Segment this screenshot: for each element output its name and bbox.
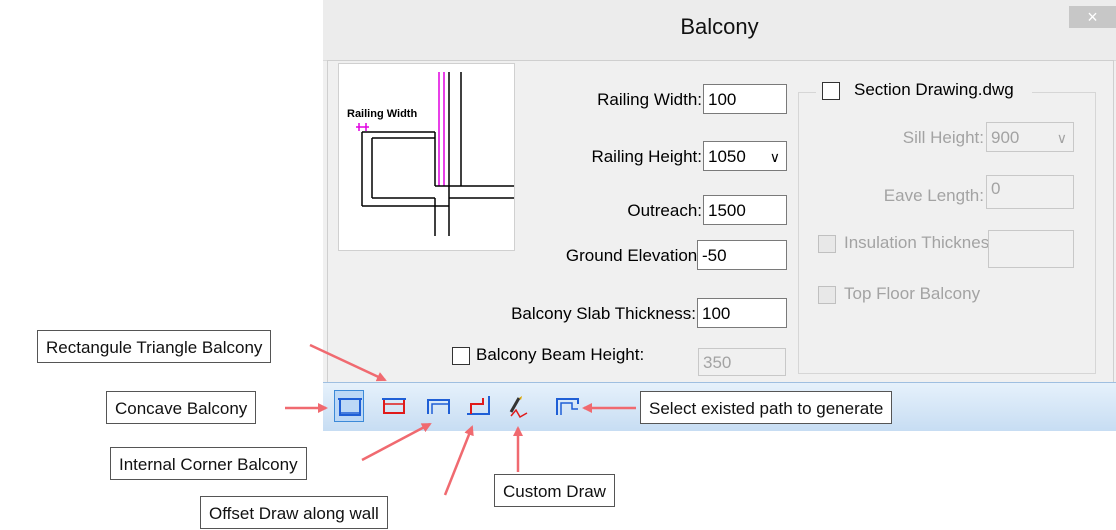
section-drawing-checkbox[interactable] [822,82,840,100]
preview-label: Railing Width [347,108,417,120]
section-drawing-label: Section Drawing.dwg [854,80,1014,99]
callout-concave: Concave Balcony [106,391,257,424]
chevron-down-icon: ∨ [1056,130,1067,146]
close-button[interactable]: × [1069,6,1116,28]
select-path-icon [556,398,579,415]
insulation-label: Insulation Thickness: [844,233,1003,252]
dialog-title: Balcony [680,14,759,39]
concave-balcony-button[interactable] [423,390,453,422]
top-floor-label: Top Floor Balcony [844,284,981,303]
custom-draw-button[interactable] [503,390,533,422]
outreach-field[interactable]: 1500 [703,195,787,225]
title-bar: Balcony × [323,0,1116,61]
sill-height-value: 900 [991,128,1020,147]
concave-balcony-icon [427,399,450,414]
chevron-down-icon: ∨ [769,149,780,165]
slab-thickness-label: Balcony Slab Thickness: [511,304,696,323]
callout-internal-corner: Internal Corner Balcony [110,447,307,480]
ground-elevation-field[interactable]: -50 [697,240,787,270]
slab-thickness-field[interactable]: 100 [697,298,787,328]
beam-height-checkbox[interactable] [452,347,470,365]
eave-length-label: Eave Length: [883,186,984,205]
callout-custom-draw: Custom Draw [494,474,615,507]
beam-height-label: Balcony Beam Height: [476,345,645,364]
insulation-checkbox[interactable] [818,235,836,253]
outreach-label: Outreach: [627,201,702,220]
railing-height-label: Railing Height: [591,147,702,166]
railing-width-field[interactable]: 100 [703,84,787,114]
railing-preview-image: Railing Width [338,63,515,251]
railing-width-label: Railing Width: [597,90,702,109]
beam-height-field[interactable]: 350 [698,348,786,376]
internal-corner-balcony-button[interactable] [463,390,493,422]
top-floor-checkbox[interactable] [818,286,836,304]
rectangle-balcony-icon [338,398,362,416]
close-icon[interactable]: × [1087,7,1098,27]
custom-draw-icon [509,396,528,419]
select-path-button[interactable] [552,390,582,422]
eave-length-field[interactable]: 0 [986,175,1074,209]
rect-triangle-balcony-button[interactable] [379,390,409,422]
rectangle-balcony-button[interactable] [334,390,364,422]
sill-height-label: Sill Height: [902,128,984,147]
sill-height-select[interactable]: 900 ∨ [986,122,1074,152]
callout-rect-triangle: Rectangule Triangle Balcony [37,330,272,363]
ground-elevation-label: Ground Elevation: [565,246,702,265]
railing-height-value: 1050 [708,147,746,166]
callout-offset-draw: Offset Draw along wall [200,496,388,529]
rect-triangle-balcony-icon [382,398,406,414]
internal-corner-balcony-icon [467,396,490,415]
insulation-field[interactable] [988,230,1074,268]
section-checkbox-row[interactable]: Section Drawing.dwg [816,80,1033,102]
railing-height-select[interactable]: 1050 ∨ [703,141,787,171]
callout-select-path: Select existed path to generate [640,391,893,424]
